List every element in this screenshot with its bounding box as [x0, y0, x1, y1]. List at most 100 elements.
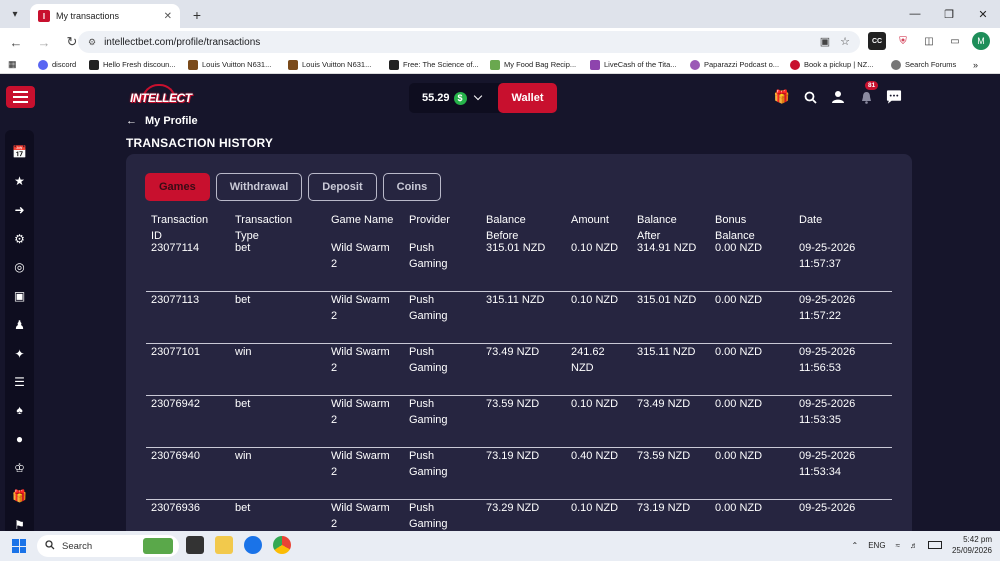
cell-game-name-line: Wild Swarm	[331, 450, 390, 462]
taskbar-clock[interactable]: 5:42 pm 25/09/2026	[952, 534, 992, 556]
cell-provider: Push Gaming	[409, 396, 448, 428]
target-icon[interactable]: ◎	[12, 259, 27, 274]
forward-arrow-icon[interactable]: →	[32, 30, 56, 54]
bookmark-star-icon[interactable]: ☆	[840, 35, 850, 48]
address-bar[interactable]: ⚙ intellectbet.com/profile/transactions …	[78, 31, 860, 53]
bookmark-item[interactable]: My Food Bag Recip...	[490, 59, 576, 70]
tab-search-chevron-icon[interactable]: ▾	[4, 3, 26, 25]
bookmark-item[interactable]: Free: The Science of...	[389, 59, 479, 70]
cards-icon[interactable]: ♠	[12, 402, 27, 417]
edge-browser-icon[interactable]	[244, 536, 262, 554]
calendar-icon[interactable]: 📅	[12, 144, 27, 159]
extension-shield-icon[interactable]: ⛨	[894, 32, 912, 50]
sidebar-icon[interactable]: ▭	[946, 32, 964, 50]
chat-icon[interactable]	[886, 89, 902, 105]
show-hidden-icons-chevron-icon[interactable]: ⌃	[852, 541, 859, 550]
hamburger-menu-button[interactable]	[6, 86, 35, 108]
cell-balance-after: 315.01 NZD	[637, 294, 697, 306]
cell-provider-line: Push	[409, 242, 435, 254]
user-icon[interactable]	[830, 89, 846, 105]
apps-grid-icon[interactable]: ▦	[8, 59, 17, 70]
language-indicator[interactable]: ENG	[868, 541, 885, 550]
site-logo[interactable]: INTELLECT	[130, 84, 192, 112]
minimize-icon[interactable]: —	[898, 0, 932, 28]
tab-coins[interactable]: Coins	[382, 173, 442, 201]
cell-balance-before-line: 315.11 NZD	[486, 294, 545, 306]
wallet-button[interactable]: Wallet	[498, 83, 557, 113]
gift-rail-icon[interactable]: 🎁	[12, 488, 27, 503]
cell-provider: Push Gaming	[409, 500, 448, 531]
star-icon[interactable]: ★	[12, 173, 27, 188]
clock-time: 5:42 pm	[963, 535, 992, 544]
arrow-right-circle-icon[interactable]: ➜	[12, 202, 27, 217]
tab-deposit[interactable]: Deposit	[308, 173, 377, 201]
transactions-panel: Games Withdrawal Deposit Coins Transacti…	[126, 154, 912, 531]
cell-date: 09-25-2026 11:53:34	[799, 448, 855, 480]
bookmark-item[interactable]: discord	[38, 59, 77, 70]
file-explorer-icon[interactable]	[215, 536, 233, 554]
bookmark-item[interactable]: Book a pickup | NZ...	[790, 59, 873, 70]
bookmark-item[interactable]: Paparazzi Podcast o...	[690, 59, 779, 70]
cell-date-line: 09-25-2026	[799, 502, 856, 514]
windows-start-icon[interactable]	[12, 539, 26, 553]
bookmark-favicon-icon	[389, 59, 399, 70]
gear-icon[interactable]: ⚙	[12, 231, 27, 246]
bookmark-item[interactable]: Louis Vuitton N631...	[188, 59, 271, 70]
tab-games[interactable]: Games	[145, 173, 210, 201]
more-bookmarks-icon[interactable]: »	[973, 60, 978, 70]
extension-cc-icon[interactable]: CC	[868, 32, 886, 50]
sparkle-icon[interactable]: ✦	[12, 346, 27, 361]
browser-tab[interactable]: I My transactions ✕	[30, 4, 180, 28]
cell-transaction-type: win	[235, 450, 252, 462]
wifi-icon[interactable]: ≈	[896, 541, 900, 550]
cell-transaction-type: bet	[235, 502, 251, 514]
column-header-date: Date	[799, 214, 823, 226]
cell-balance-before-line: 73.59 NZD	[486, 398, 540, 410]
cell-game-name-line: Wild Swarm	[331, 502, 390, 514]
crown-icon[interactable]: ♔	[12, 460, 27, 475]
cell-game-name-line: Wild Swarm	[331, 242, 390, 254]
chevron-down-icon	[473, 91, 482, 101]
task-view-icon[interactable]	[186, 536, 204, 554]
balance-selector[interactable]: 55.29 $ Wallet	[409, 83, 557, 113]
search-icon[interactable]	[802, 89, 818, 105]
bookmark-item[interactable]: Search Forums	[891, 59, 956, 70]
cell-balance-before-line: 73.19 NZD	[486, 450, 540, 462]
bookmark-item[interactable]: LiveCash of the Tita...	[590, 59, 677, 70]
battery-icon[interactable]	[927, 541, 942, 549]
gift-icon[interactable]: 🎁	[774, 89, 790, 105]
profile-avatar[interactable]: M	[972, 32, 990, 50]
back-arrow-icon[interactable]: ←	[126, 115, 137, 127]
site-info-icon[interactable]: ⚙	[88, 37, 96, 48]
bookmark-item[interactable]: Louis Vuitton N631...	[288, 59, 371, 70]
bell-icon[interactable]: 81	[858, 81, 879, 105]
breadcrumb[interactable]: ← My Profile	[126, 115, 198, 127]
tab-close-icon[interactable]: ✕	[164, 11, 172, 22]
cell-date-line: 09-25-2026	[799, 346, 856, 358]
pinned-apps	[186, 536, 291, 554]
close-window-icon[interactable]: ✕	[966, 0, 1000, 28]
jackpot-icon[interactable]: ☰	[12, 374, 27, 389]
slots-icon[interactable]: ▣	[12, 288, 27, 303]
install-app-icon[interactable]: ▣	[820, 35, 830, 48]
new-tab-plus-icon[interactable]: +	[186, 4, 208, 26]
restore-icon[interactable]: ❐	[932, 0, 966, 28]
cell-provider-line: Push	[409, 398, 435, 410]
cell-balance-before: 73.19 NZD	[486, 448, 539, 464]
bookmark-label: LiveCash of the Tita...	[604, 60, 677, 69]
chess-pawn-icon[interactable]: ♟	[12, 317, 27, 332]
chrome-browser-icon[interactable]	[273, 536, 291, 554]
cell-amount-line: 0.10 NZD	[571, 242, 619, 254]
extensions-puzzle-icon[interactable]: ◫	[920, 32, 938, 50]
volume-icon[interactable]: ♬	[910, 541, 918, 550]
trophy-icon[interactable]: ⚑	[12, 517, 27, 532]
tab-withdrawal[interactable]: Withdrawal	[215, 173, 303, 201]
cell-provider-line: Push	[409, 294, 435, 306]
cell-bonus-balance: 0.00 NZD	[715, 502, 763, 514]
bookmark-item[interactable]: Hello Fresh discoun...	[89, 59, 176, 70]
taskbar-search-input[interactable]: Search	[37, 535, 179, 557]
piggy-bank-icon[interactable]: ●	[12, 431, 27, 446]
bookmark-label: discord	[52, 60, 77, 69]
back-arrow-icon[interactable]: ←	[4, 30, 28, 54]
cell-date-line: 11:57:37	[799, 258, 842, 270]
